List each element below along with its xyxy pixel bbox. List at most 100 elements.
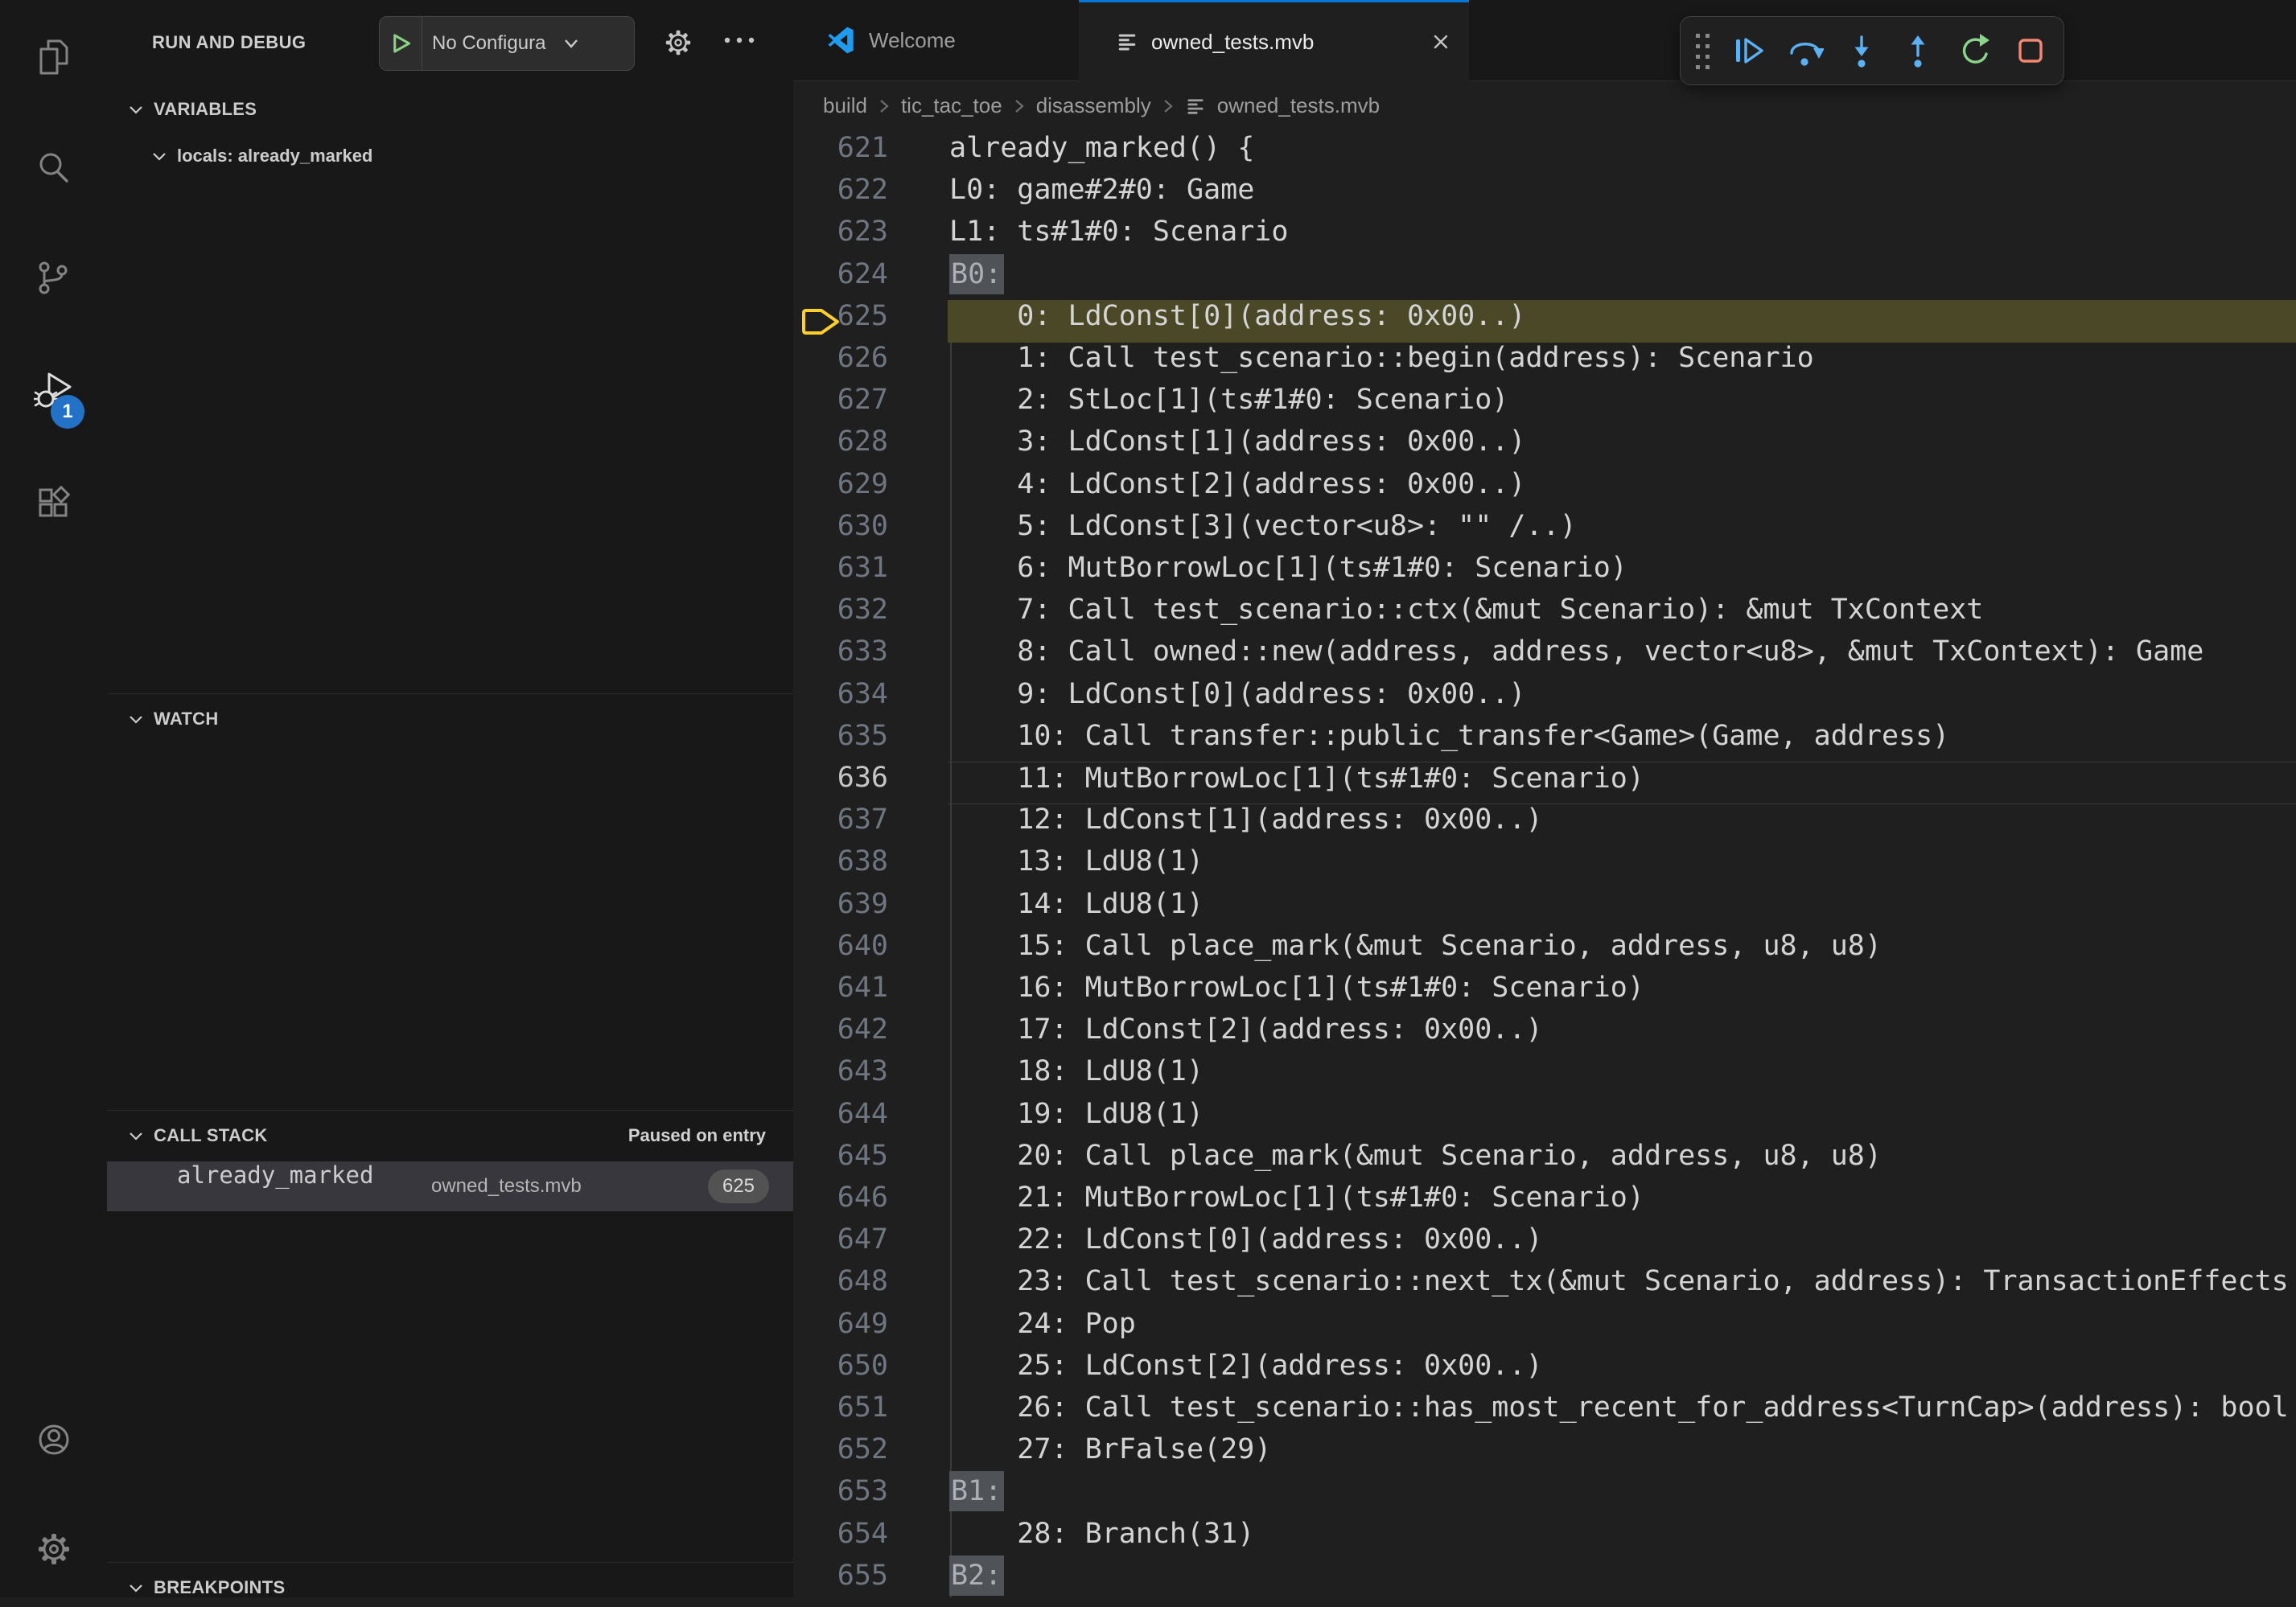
code-line[interactable]: already_marked() { bbox=[948, 132, 2296, 175]
code-line[interactable]: 28: Branch(31) bbox=[948, 1518, 2296, 1560]
code-line[interactable]: 2: StLoc[1](ts#1#0: Scenario) bbox=[948, 384, 2296, 426]
code-line[interactable]: B0: bbox=[948, 258, 2296, 301]
code-line[interactable]: 1: Call test_scenario::begin(address): S… bbox=[948, 342, 2296, 384]
code-line[interactable]: B1: bbox=[948, 1475, 2296, 1518]
code-line[interactable]: L0: game#2#0: Game bbox=[948, 174, 2296, 216]
line-number[interactable]: 651 bbox=[793, 1391, 888, 1434]
code-line[interactable]: 10: Call transfer::public_transfer<Game>… bbox=[948, 720, 2296, 762]
code-line[interactable]: 9: LdConst[0](address: 0x00..) bbox=[948, 678, 2296, 721]
activity-account[interactable] bbox=[0, 1420, 107, 1460]
code-line[interactable]: 18: LdU8(1) bbox=[948, 1055, 2296, 1098]
code-line[interactable]: 25: LdConst[2](address: 0x00..) bbox=[948, 1350, 2296, 1392]
tab-welcome[interactable]: Welcome bbox=[793, 0, 1079, 80]
breadcrumb-item[interactable]: tic_tac_toe bbox=[901, 93, 1002, 118]
line-number[interactable]: 647 bbox=[793, 1223, 888, 1266]
line-number[interactable]: 633 bbox=[793, 635, 888, 678]
code-line[interactable]: 8: Call owned::new(address, address, vec… bbox=[948, 635, 2296, 678]
line-number[interactable]: 629 bbox=[793, 468, 888, 511]
code-line[interactable]: 17: LdConst[2](address: 0x00..) bbox=[948, 1013, 2296, 1056]
watch-section-header[interactable]: WATCH bbox=[127, 700, 219, 738]
code-line[interactable]: B2: bbox=[948, 1560, 2296, 1597]
line-number[interactable]: 653 bbox=[793, 1475, 888, 1518]
line-number[interactable]: 630 bbox=[793, 510, 888, 553]
code-line[interactable]: 15: Call place_mark(&mut Scenario, addre… bbox=[948, 930, 2296, 972]
line-number[interactable]: 655 bbox=[793, 1560, 888, 1597]
line-number[interactable]: 623 bbox=[793, 216, 888, 258]
code-line[interactable]: 12: LdConst[1](address: 0x00..) bbox=[948, 804, 2296, 846]
line-number[interactable]: 632 bbox=[793, 594, 888, 636]
drag-handle[interactable] bbox=[1687, 24, 1719, 77]
line-number[interactable]: 628 bbox=[793, 425, 888, 468]
more-actions-icon[interactable] bbox=[722, 35, 757, 45]
line-number[interactable]: 654 bbox=[793, 1518, 888, 1560]
line-number[interactable]: 649 bbox=[793, 1308, 888, 1350]
continue-button[interactable] bbox=[1722, 24, 1775, 77]
call-stack-section-header[interactable]: CALL STACK bbox=[127, 1116, 268, 1155]
code-line[interactable]: 13: LdU8(1) bbox=[948, 845, 2296, 888]
code-line[interactable]: 3: LdConst[1](address: 0x00..) bbox=[948, 425, 2296, 468]
line-number[interactable]: 642 bbox=[793, 1013, 888, 1056]
debug-settings-gear-icon[interactable] bbox=[662, 27, 694, 59]
code-line[interactable]: 16: MutBorrowLoc[1](ts#1#0: Scenario) bbox=[948, 972, 2296, 1014]
step-into-button[interactable] bbox=[1835, 24, 1888, 77]
activity-explorer[interactable] bbox=[0, 37, 107, 77]
line-number[interactable]: 643 bbox=[793, 1055, 888, 1098]
line-number[interactable]: 636 bbox=[793, 762, 888, 804]
code-line[interactable]: 4: LdConst[2](address: 0x00..) bbox=[948, 468, 2296, 511]
line-number[interactable]: 626 bbox=[793, 342, 888, 384]
activity-settings[interactable] bbox=[0, 1529, 107, 1569]
breadcrumb-item[interactable]: disassembly bbox=[1036, 93, 1151, 118]
line-number[interactable]: 624 bbox=[793, 258, 888, 301]
line-number[interactable]: 646 bbox=[793, 1182, 888, 1224]
code-line[interactable]: 24: Pop bbox=[948, 1308, 2296, 1350]
breakpoints-section-header[interactable]: BREAKPOINTS bbox=[127, 1568, 285, 1607]
stop-button[interactable] bbox=[2004, 24, 2057, 77]
activity-extensions[interactable] bbox=[0, 483, 107, 524]
debug-config-dropdown[interactable]: No Configura bbox=[379, 16, 635, 71]
line-number[interactable]: 622 bbox=[793, 174, 888, 216]
code-line[interactable]: 22: LdConst[0](address: 0x00..) bbox=[948, 1223, 2296, 1266]
line-number[interactable]: 648 bbox=[793, 1265, 888, 1308]
close-icon[interactable] bbox=[1430, 31, 1451, 52]
line-number[interactable]: 621 bbox=[793, 132, 888, 175]
line-number[interactable]: 635 bbox=[793, 720, 888, 762]
activity-source-control[interactable] bbox=[0, 258, 107, 298]
line-number[interactable]: 638 bbox=[793, 845, 888, 888]
line-number[interactable]: 639 bbox=[793, 888, 888, 931]
step-out-button[interactable] bbox=[1891, 24, 1944, 77]
code-line[interactable]: 11: MutBorrowLoc[1](ts#1#0: Scenario) bbox=[948, 762, 2296, 804]
locals-scope-row[interactable]: locals: already_marked bbox=[150, 135, 372, 177]
restart-button[interactable] bbox=[1948, 24, 2001, 77]
stack-frame-row[interactable]: already_marked owned_tests.mvb 625 bbox=[107, 1161, 793, 1211]
line-number[interactable]: 631 bbox=[793, 552, 888, 594]
code-line[interactable]: 5: LdConst[3](vector<u8>: "" /..) bbox=[948, 510, 2296, 553]
line-number[interactable]: 637 bbox=[793, 804, 888, 846]
code-line[interactable]: 6: MutBorrowLoc[1](ts#1#0: Scenario) bbox=[948, 552, 2296, 594]
line-number[interactable]: 634 bbox=[793, 678, 888, 721]
variables-section-header[interactable]: VARIABLES bbox=[127, 90, 257, 129]
breadcrumb-item[interactable]: build bbox=[823, 93, 867, 118]
code-line[interactable]: 0: LdConst[0](address: 0x00..) bbox=[948, 300, 2296, 343]
code-line[interactable]: 7: Call test_scenario::ctx(&mut Scenario… bbox=[948, 594, 2296, 636]
config-select[interactable]: No Configura bbox=[432, 32, 561, 55]
line-number[interactable]: 652 bbox=[793, 1433, 888, 1476]
line-number[interactable]: 627 bbox=[793, 384, 888, 426]
line-number[interactable]: 644 bbox=[793, 1098, 888, 1141]
code-line[interactable]: 21: MutBorrowLoc[1](ts#1#0: Scenario) bbox=[948, 1182, 2296, 1224]
code-line[interactable]: 14: LdU8(1) bbox=[948, 888, 2296, 931]
line-number[interactable]: 650 bbox=[793, 1350, 888, 1392]
code-line[interactable]: 26: Call test_scenario::has_most_recent_… bbox=[948, 1391, 2296, 1434]
tab-owned-tests[interactable]: owned_tests.mvb bbox=[1079, 0, 1469, 81]
code-line[interactable]: 27: BrFalse(29) bbox=[948, 1433, 2296, 1476]
code-line[interactable]: L1: ts#1#0: Scenario bbox=[948, 216, 2296, 258]
line-number[interactable]: 640 bbox=[793, 930, 888, 972]
step-over-button[interactable] bbox=[1779, 24, 1832, 77]
start-debug-icon[interactable] bbox=[391, 33, 412, 54]
breadcrumb-item[interactable]: owned_tests.mvb bbox=[1217, 93, 1380, 118]
code-line[interactable]: 23: Call test_scenario::next_tx(&mut Sce… bbox=[948, 1265, 2296, 1308]
line-number[interactable]: 641 bbox=[793, 972, 888, 1014]
code-line[interactable]: 19: LdU8(1) bbox=[948, 1098, 2296, 1141]
activity-search[interactable] bbox=[0, 148, 107, 188]
line-number[interactable]: 645 bbox=[793, 1140, 888, 1182]
code-line[interactable]: 20: Call place_mark(&mut Scenario, addre… bbox=[948, 1140, 2296, 1182]
